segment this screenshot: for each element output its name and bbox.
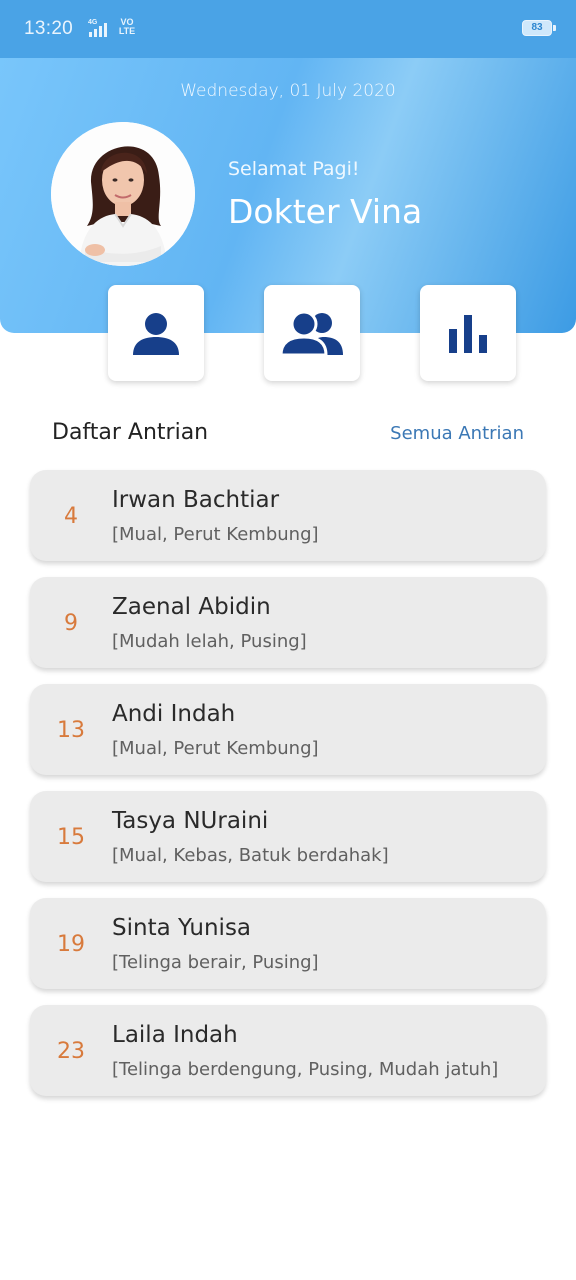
queue-number: 15 xyxy=(57,825,85,850)
patient-symptoms: [Mual, Perut Kembung] xyxy=(112,738,319,759)
patient-name: Irwan Bachtiar xyxy=(112,487,280,513)
queue-number: 23 xyxy=(57,1039,85,1064)
status-time: 13:20 xyxy=(24,18,74,39)
group-icon xyxy=(280,309,344,357)
doctor-avatar[interactable] xyxy=(51,122,195,266)
signal-icon: 4G xyxy=(88,16,112,40)
patient-symptoms: [Mual, Perut Kembung] xyxy=(112,524,319,545)
greeting-text: Selamat Pagi! xyxy=(228,158,360,180)
statistics-button[interactable] xyxy=(420,285,516,381)
patient-name: Andi Indah xyxy=(112,701,236,727)
patient-symptoms: [Mual, Kebas, Batuk berdahak] xyxy=(112,845,389,866)
patient-symptoms: [Mudah lelah, Pusing] xyxy=(112,631,307,652)
battery-icon: 83 xyxy=(522,20,556,36)
queue-number: 13 xyxy=(57,718,85,743)
queue-item[interactable]: 19 Sinta Yunisa [Telinga berair, Pusing] xyxy=(30,898,546,989)
volte-icon: VO LTE xyxy=(118,17,136,36)
doctor-name: Dokter Vina xyxy=(228,192,423,231)
bar-chart-icon xyxy=(446,311,490,355)
queue-number: 9 xyxy=(64,611,78,636)
queue-item[interactable]: 4 Irwan Bachtiar [Mual, Perut Kembung] xyxy=(30,470,546,561)
person-icon xyxy=(132,309,180,357)
patient-symptoms: [Telinga berair, Pusing] xyxy=(112,952,319,973)
patients-button[interactable] xyxy=(264,285,360,381)
queue-item[interactable]: 13 Andi Indah [Mual, Perut Kembung] xyxy=(30,684,546,775)
current-date: Wednesday, 01 July 2020 xyxy=(180,81,396,101)
patient-symptoms: [Telinga berdengung, Pusing, Mudah jatuh… xyxy=(112,1059,499,1080)
patient-name: Zaenal Abidin xyxy=(112,594,271,620)
patient-name: Laila Indah xyxy=(112,1022,238,1048)
queue-section-title: Daftar Antrian xyxy=(52,420,209,445)
see-all-queue-link[interactable]: Semua Antrian xyxy=(390,423,524,444)
queue-item[interactable]: 23 Laila Indah [Telinga berdengung, Pusi… xyxy=(30,1005,546,1096)
home-screen: 13:20 4G VO LTE 83 Wednesday, 01 July 202… xyxy=(0,0,576,1280)
status-bar: 13:20 4G VO LTE 83 xyxy=(0,0,576,58)
patient-name: Sinta Yunisa xyxy=(112,915,252,941)
queue-number: 4 xyxy=(64,504,78,529)
queue-item[interactable]: 9 Zaenal Abidin [Mudah lelah, Pusing] xyxy=(30,577,546,668)
queue-list: 4 Irwan Bachtiar [Mual, Perut Kembung] 9… xyxy=(30,470,546,1112)
queue-item[interactable]: 15 Tasya NUraini [Mual, Kebas, Batuk ber… xyxy=(30,791,546,882)
patient-name: Tasya NUraini xyxy=(112,808,269,834)
queue-number: 19 xyxy=(57,932,85,957)
svg-text:4G: 4G xyxy=(88,19,98,26)
profile-button[interactable] xyxy=(108,285,204,381)
